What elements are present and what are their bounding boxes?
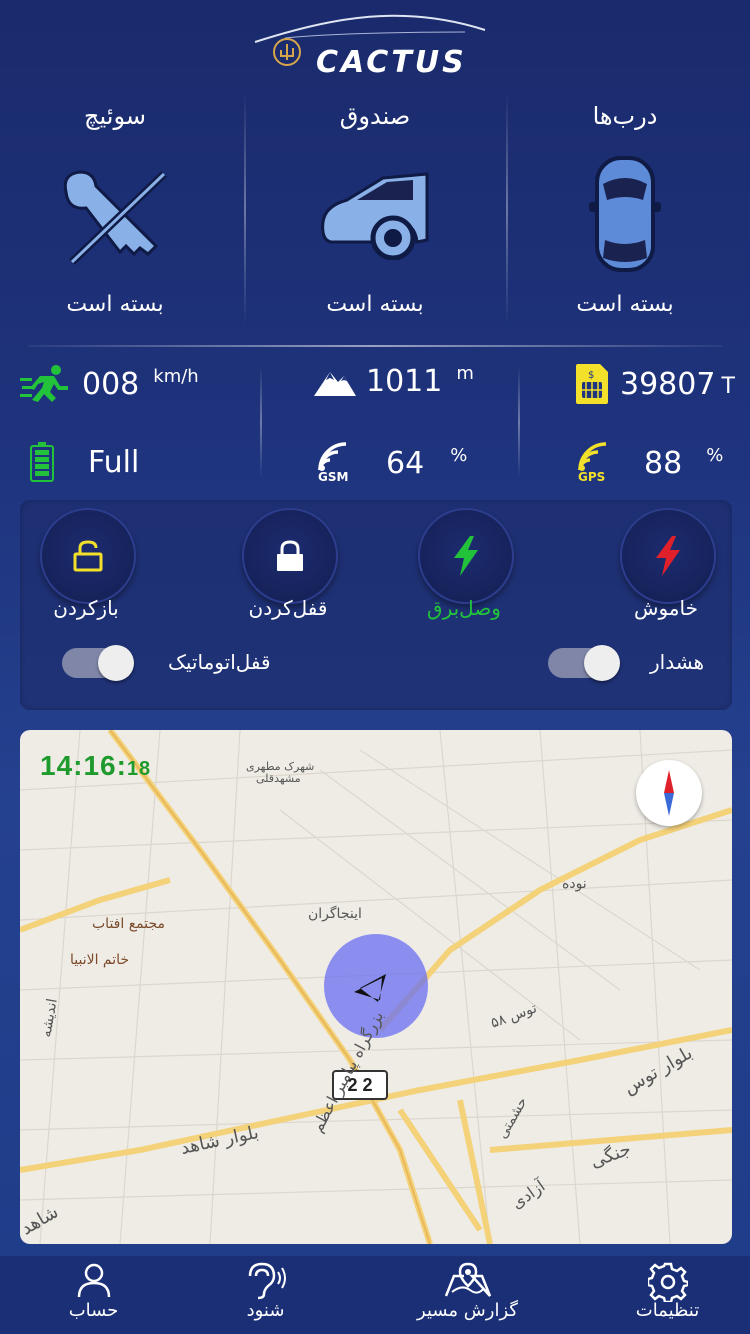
map-clock: 14:16:18 bbox=[40, 750, 151, 782]
gps-label: GPS bbox=[578, 470, 606, 484]
tab-settings-label: تنظیمات bbox=[635, 1300, 700, 1321]
battery-value: Full bbox=[88, 444, 140, 480]
divider bbox=[518, 366, 520, 478]
gsm-unit: % bbox=[450, 444, 468, 466]
toggle-knob bbox=[584, 645, 620, 681]
auto-lock-label: قفل‌اتوماتیک bbox=[168, 650, 271, 674]
credit-value: 39807 bbox=[620, 366, 716, 402]
user-icon bbox=[77, 1263, 110, 1298]
battery-icon bbox=[30, 442, 54, 482]
car-trunk-icon bbox=[317, 170, 433, 264]
gsm-label: GSM bbox=[318, 470, 349, 484]
gps-metric: GPS 88 % bbox=[576, 440, 723, 486]
auto-lock-toggle[interactable] bbox=[62, 645, 134, 681]
lock-icon bbox=[277, 540, 303, 571]
sim-card-icon: $ bbox=[576, 364, 608, 404]
vehicle-status-section: درب‌ها بسته است صندوق بسته است سوئی bbox=[0, 92, 750, 332]
map-streets bbox=[20, 730, 732, 1244]
toggle-knob bbox=[98, 645, 134, 681]
divider bbox=[28, 345, 722, 347]
tab-route-report[interactable]: گزارش مسیر bbox=[374, 1256, 561, 1334]
map-clock-main: 14:16: bbox=[40, 750, 127, 781]
tab-account-label: حساب bbox=[68, 1300, 119, 1321]
map-label: اینجاگران bbox=[308, 906, 362, 922]
lightning-icon bbox=[656, 536, 680, 576]
map-clock-seconds: 18 bbox=[126, 758, 152, 780]
power-on-label: وصل‌برق bbox=[427, 596, 501, 620]
status-trunk[interactable]: صندوق بسته است bbox=[250, 92, 500, 332]
map-label: مشهدقلی bbox=[256, 772, 301, 785]
status-doors-state: بسته است bbox=[576, 292, 674, 317]
status-switch[interactable]: سوئیچ بسته است bbox=[0, 92, 240, 332]
credit-metric: $ 39807 T bbox=[576, 364, 735, 404]
unlock-button[interactable] bbox=[40, 508, 136, 604]
speed-unit: km/h bbox=[153, 365, 199, 387]
status-switch-title: سوئیچ bbox=[84, 102, 146, 130]
gear-icon bbox=[647, 1262, 688, 1302]
tab-settings[interactable]: تنظیمات bbox=[574, 1256, 750, 1334]
bottom-tab-bar: حساب شنود گزارش مسیر تنظیمات bbox=[0, 1256, 750, 1334]
alarm-toggle[interactable] bbox=[548, 645, 620, 681]
status-trunk-title: صندوق bbox=[339, 102, 411, 130]
map-label: مجتمع افتاب bbox=[92, 916, 166, 932]
credit-unit: T bbox=[721, 373, 735, 399]
unlock-icon bbox=[73, 540, 103, 572]
divider bbox=[506, 92, 508, 326]
svg-text:$: $ bbox=[588, 370, 594, 381]
status-doors-title: درب‌ها bbox=[592, 102, 658, 130]
tab-listen[interactable]: شنود bbox=[172, 1256, 359, 1334]
map-label: خاتم الانبیا bbox=[70, 952, 130, 968]
compass-icon bbox=[664, 770, 674, 816]
altitude-value: 1011 bbox=[366, 364, 443, 399]
power-off-button[interactable] bbox=[620, 508, 716, 604]
altitude-unit: m bbox=[456, 363, 474, 384]
gps-unit: % bbox=[706, 444, 724, 466]
brand-name: CACTUS bbox=[316, 45, 467, 80]
lock-label: قفل‌کردن bbox=[248, 596, 328, 620]
gps-value: 88 bbox=[644, 445, 683, 481]
unlock-label: بازکردن bbox=[53, 596, 119, 620]
divider bbox=[244, 92, 246, 326]
gsm-metric: GSM 64 % bbox=[316, 440, 467, 486]
control-panel: بازکردن قفل‌کردن وصل‌برق خاموش قفل‌اتوما… bbox=[20, 500, 732, 710]
compass-button[interactable] bbox=[636, 760, 702, 826]
gsm-value: 64 bbox=[386, 445, 425, 481]
tab-listen-label: شنود bbox=[246, 1300, 285, 1321]
speed-metric: 008 km/h bbox=[20, 364, 199, 404]
car-top-icon bbox=[589, 154, 661, 278]
power-on-button[interactable] bbox=[418, 508, 514, 604]
gps-signal-icon: GPS bbox=[576, 440, 616, 486]
running-man-icon bbox=[20, 365, 68, 402]
gsm-signal-icon: GSM bbox=[316, 440, 356, 486]
status-trunk-state: بسته است bbox=[326, 292, 424, 317]
power-off-label: خاموش bbox=[634, 596, 698, 620]
key-crossed-icon bbox=[60, 170, 170, 270]
mountain-icon bbox=[314, 371, 356, 396]
lock-button[interactable] bbox=[242, 508, 338, 604]
map-label: نوده bbox=[562, 876, 587, 892]
brand-logo: CACTUS bbox=[0, 8, 750, 88]
divider bbox=[260, 366, 262, 478]
route-map-icon bbox=[444, 1262, 491, 1297]
speed-value: 008 bbox=[82, 366, 140, 402]
battery-metric: Full bbox=[30, 442, 139, 482]
alarm-label: هشدار bbox=[650, 650, 705, 674]
tab-account[interactable]: حساب bbox=[0, 1256, 187, 1334]
status-switch-state: بسته است bbox=[66, 292, 164, 317]
tab-route-report-label: گزارش مسیر bbox=[417, 1300, 518, 1321]
lightning-icon bbox=[454, 536, 478, 576]
ear-listen-icon bbox=[248, 1262, 286, 1300]
status-doors[interactable]: درب‌ها بسته است bbox=[500, 92, 750, 332]
altitude-metric: 1011 m bbox=[314, 363, 474, 399]
map-view[interactable]: 14:16:18 2 2 بزرگراه پیامبر اعظم بلوار ش… bbox=[20, 730, 732, 1244]
